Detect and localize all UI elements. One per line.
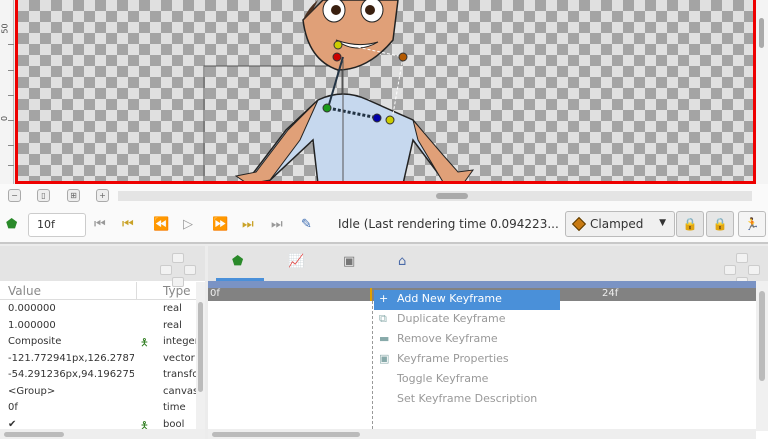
menu-item[interactable]: Set Keyframe Description: [374, 390, 560, 410]
interpolation-value: Clamped: [590, 217, 644, 231]
lock-past-keyframe-button[interactable]: 🔒: [676, 211, 704, 237]
prev-keyframe-icon[interactable]: ⏮: [122, 217, 134, 232]
current-frame-input[interactable]: 10f: [28, 213, 86, 237]
menu-item[interactable]: Toggle Keyframe: [374, 370, 560, 390]
time-label: 24f: [602, 288, 619, 299]
lock-future-keyframe-button[interactable]: 🔒: [706, 211, 734, 237]
column-value[interactable]: Value: [8, 284, 41, 298]
duplicate-icon: ⧉: [379, 312, 387, 325]
animation-mode-button[interactable]: 🏃: [738, 211, 766, 237]
zoom-all-button[interactable]: ⊞: [67, 189, 80, 202]
param-type: time: [163, 402, 186, 413]
params-tab[interactable]: ⬟: [232, 254, 243, 269]
keyframes-tab[interactable]: ▣: [343, 254, 355, 269]
prev-frame-icon[interactable]: ⏪: [153, 217, 169, 232]
seek-begin-icon[interactable]: ⏮: [94, 217, 106, 232]
param-value[interactable]: Composite: [8, 336, 134, 347]
param-value[interactable]: -121.772941px,126.278763px: [8, 353, 134, 364]
ruler-label: 50: [0, 23, 10, 34]
canvas-workarea[interactable]: [15, 0, 756, 184]
chevron-down-icon: ▼: [659, 218, 666, 228]
timetrack-vertical-scrollbar[interactable]: [756, 281, 768, 431]
menu-item[interactable]: ⧉ Duplicate Keyframe: [374, 310, 560, 330]
seek-end-icon[interactable]: ⏭: [271, 217, 283, 232]
param-row[interactable]: 0.000000 real: [0, 301, 196, 318]
plus-icon: +: [379, 292, 389, 305]
column-type[interactable]: Type: [163, 284, 191, 298]
param-value[interactable]: -54.291236px,94.196275px: [8, 369, 134, 380]
time-slider-bar[interactable]: [208, 281, 756, 288]
next-frame-icon[interactable]: ⏩: [212, 217, 228, 232]
vertical-ruler: 50 0: [0, 0, 14, 184]
character-drawing: [203, 0, 475, 181]
play-icon[interactable]: ▷: [183, 217, 193, 232]
params-panel: Value Type 0.000000 real 1.000000 real Compo…: [0, 246, 205, 439]
canvas-horizontal-scrollbar[interactable]: [118, 191, 752, 201]
menu-item-label: Duplicate Keyframe: [397, 312, 506, 325]
zoom-fit-button[interactable]: ▯: [37, 189, 50, 202]
param-value[interactable]: <Group>: [8, 386, 134, 397]
params-vertical-scrollbar[interactable]: [196, 282, 205, 432]
menu-item[interactable]: ▣ Keyframe Properties: [374, 350, 560, 370]
param-value[interactable]: 1.000000: [8, 320, 134, 331]
param-type: real: [163, 319, 182, 331]
menu-item-label: Toggle Keyframe: [397, 372, 489, 385]
menu-item[interactable]: + Add New Keyframe: [374, 290, 560, 310]
timetrack-panel-header: ⬟ 📈 ▣ ⌂: [208, 246, 768, 287]
clamped-icon: [571, 216, 587, 232]
param-value[interactable]: 0f: [8, 402, 134, 413]
time-label: 0f: [210, 288, 220, 299]
param-type: real: [163, 303, 182, 314]
param-row[interactable]: 1.000000 real: [0, 318, 196, 335]
param-row[interactable]: -54.291236px,94.196275px transformation: [0, 367, 196, 384]
remove-icon: ▬: [379, 332, 390, 345]
param-value[interactable]: ✔: [8, 419, 134, 430]
time-cursor[interactable]: [370, 288, 372, 301]
time-cursor-line: [372, 301, 373, 429]
timetrack-panel: ⬟ 📈 ▣ ⌂ 0f 24f + Add New Keyframe ⧉ Duplica…: [208, 246, 768, 439]
frame-toolbar: ⬟ 10f ⏮ ⏮ ⏪ ▷ ⏩ ⏭ ⏭ ✎ Idle (Last renderi…: [0, 206, 768, 244]
menu-item-label: Remove Keyframe: [397, 332, 498, 345]
param-type: vector: [163, 352, 195, 364]
keyframe-context-menu: + Add New Keyframe ⧉ Duplicate Keyframe ▬ Rem…: [374, 290, 560, 410]
canvas-vertical-scrollbar[interactable]: [756, 0, 768, 184]
param-type: bool: [163, 418, 185, 430]
properties-icon: ▣: [379, 352, 390, 365]
param-type: canvas: [163, 385, 196, 397]
zoom-out-button[interactable]: −: [8, 189, 21, 202]
render-icon[interactable]: ✎: [301, 217, 312, 232]
menu-item-label: Add New Keyframe: [397, 292, 502, 305]
param-row[interactable]: <Group> canvas: [0, 384, 196, 401]
interpolation-dropdown[interactable]: Clamped ▼: [565, 211, 675, 237]
menu-item-label: Keyframe Properties: [397, 352, 509, 365]
param-row[interactable]: Composite 🯅 integer: [0, 334, 196, 351]
param-type: integer: [163, 336, 196, 347]
menu-item-label: Set Keyframe Description: [397, 392, 538, 405]
library-tab[interactable]: ⌂: [398, 254, 406, 269]
synfig-icon: ⬟: [6, 217, 18, 232]
status-text: Idle (Last rendering time 0.094223...: [338, 217, 559, 231]
curves-tab[interactable]: 📈: [288, 254, 304, 269]
timetrack-horizontal-scrollbar[interactable]: [208, 429, 756, 439]
menu-item[interactable]: ▬ Remove Keyframe: [374, 330, 560, 350]
params-column-header: Value Type: [0, 282, 196, 300]
param-type: transformation: [163, 369, 196, 380]
param-value[interactable]: 0.000000: [8, 303, 134, 314]
param-row[interactable]: -121.772941px,126.278763px vector: [0, 351, 196, 368]
param-row[interactable]: 0f time: [0, 400, 196, 417]
next-keyframe-icon[interactable]: ⏭: [242, 217, 254, 232]
params-panel-header: [0, 246, 205, 287]
canvas-bottom-bar: − ▯ ⊞ +: [0, 184, 768, 206]
zoom-in-button[interactable]: +: [96, 189, 109, 202]
params-horizontal-scrollbar[interactable]: [0, 429, 205, 439]
